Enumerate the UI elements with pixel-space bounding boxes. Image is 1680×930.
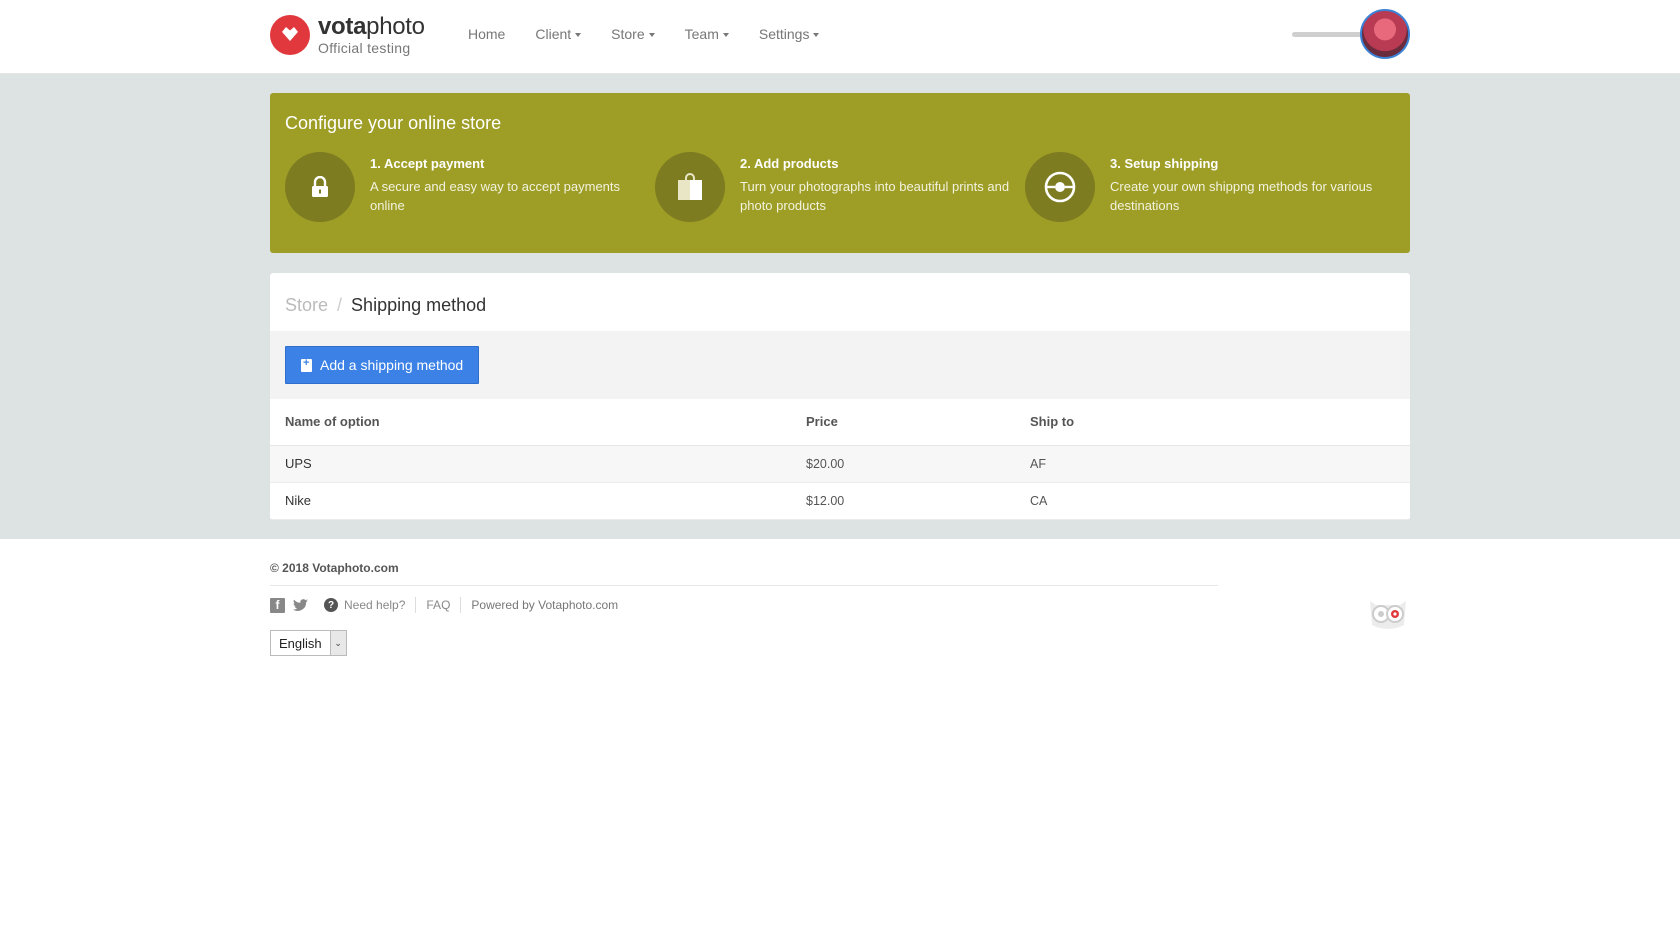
question-circle-icon: ? [324, 598, 338, 612]
store-setup-banner: Configure your online store 1. Accept pa… [270, 93, 1410, 253]
user-menu[interactable] [1292, 9, 1410, 59]
nav-settings-dropdown[interactable]: Settings [759, 26, 820, 42]
avatar[interactable] [1360, 9, 1410, 59]
page-title: Shipping method [351, 295, 487, 315]
banner-title: Configure your online store [285, 113, 502, 133]
nav-client-dropdown[interactable]: Client [535, 26, 582, 42]
footer-separator [460, 597, 462, 613]
cell-price: $12.00 [791, 482, 1015, 520]
faq-link[interactable]: FAQ [426, 598, 450, 612]
facebook-icon[interactable]: f [270, 597, 285, 613]
table-row[interactable]: Nike $12.00 CA [270, 482, 1410, 520]
need-help-link[interactable]: Need help? [344, 598, 405, 612]
cell-ship-to: AF [1015, 445, 1410, 483]
heart-logo-icon [270, 15, 310, 55]
table-row[interactable]: UPS $20.00 AF [270, 445, 1410, 483]
owl-logo-icon [1366, 595, 1410, 631]
footer: © 2018 Votaphoto.com f ? Need help? FAQ … [0, 539, 1680, 656]
nav-store-dropdown[interactable]: Store [611, 26, 655, 42]
main-nav: Home Client Store Team Settings [468, 26, 849, 42]
caret-down-icon [648, 33, 655, 38]
column-header-ship-to[interactable]: Ship to [1015, 399, 1410, 446]
nav-team-dropdown[interactable]: Team [685, 26, 729, 42]
breadcrumb: Store / Shipping method [270, 273, 1410, 331]
column-header-price[interactable]: Price [791, 399, 1015, 446]
breadcrumb-separator: / [337, 295, 343, 315]
cell-name[interactable]: UPS [270, 445, 791, 483]
brand-subtitle: Official testing [318, 40, 411, 56]
language-select[interactable]: English ⌄ [270, 630, 347, 656]
copyright-text: © 2018 Votaphoto.com [270, 561, 399, 575]
top-navbar: votaphoto Official testing Home Client S… [0, 0, 1680, 74]
footer-separator [415, 597, 417, 613]
add-file-icon [301, 357, 312, 372]
caret-down-icon [575, 33, 582, 38]
chevron-down-icon[interactable]: ⌄ [329, 631, 346, 655]
step-description: Create your own shippng methods for vari… [1110, 179, 1373, 213]
twitter-icon[interactable] [293, 598, 308, 613]
step-title: 1. Accept payment [370, 156, 485, 171]
caret-down-icon [813, 33, 820, 38]
brand-logo[interactable]: votaphoto Official testing [270, 15, 425, 55]
user-name-placeholder-bar [1292, 31, 1364, 37]
language-select-value: English [279, 635, 322, 651]
breadcrumb-store-link[interactable]: Store [285, 295, 328, 315]
footer-divider [270, 585, 1218, 586]
powered-by-link[interactable]: Votaphoto.com [538, 598, 618, 612]
caret-down-icon [722, 33, 729, 38]
column-header-name[interactable]: Name of option [270, 399, 791, 446]
step-setup-shipping[interactable]: 3. Setup shipping Create your own shippn… [1025, 152, 1395, 222]
shipping-panel: Store / Shipping method Add a shipping met… [270, 273, 1410, 520]
add-shipping-method-button[interactable]: Add a shipping method [285, 346, 480, 384]
step-title: 3. Setup shipping [1110, 156, 1219, 171]
cell-name[interactable]: Nike [270, 482, 791, 520]
step-title: 2. Add products [740, 156, 839, 171]
step-description: Turn your photographs into beautiful pri… [740, 179, 1010, 213]
shipping-methods-table: Name of option Price Ship to UPS $20.00 … [270, 399, 1410, 520]
nav-home[interactable]: Home [468, 26, 505, 42]
main-content-area: Configure your online store 1. Accept pa… [0, 74, 1680, 539]
panel-toolbar: Add a shipping method [270, 331, 1410, 399]
lock-icon [285, 152, 355, 222]
cell-price: $20.00 [791, 445, 1015, 483]
shopping-bag-icon [655, 152, 725, 222]
step-add-products[interactable]: 2. Add products Turn your photographs in… [655, 152, 1025, 222]
step-description: A secure and easy way to accept payments… [370, 179, 621, 213]
brand-name-light: photo [366, 13, 425, 40]
target-icon [1025, 152, 1095, 222]
powered-by-label: Powered by [471, 598, 535, 612]
brand-name-bold: vota [318, 13, 367, 40]
cell-ship-to: CA [1015, 482, 1410, 520]
step-accept-payment[interactable]: 1. Accept payment A secure and easy way … [285, 152, 655, 222]
